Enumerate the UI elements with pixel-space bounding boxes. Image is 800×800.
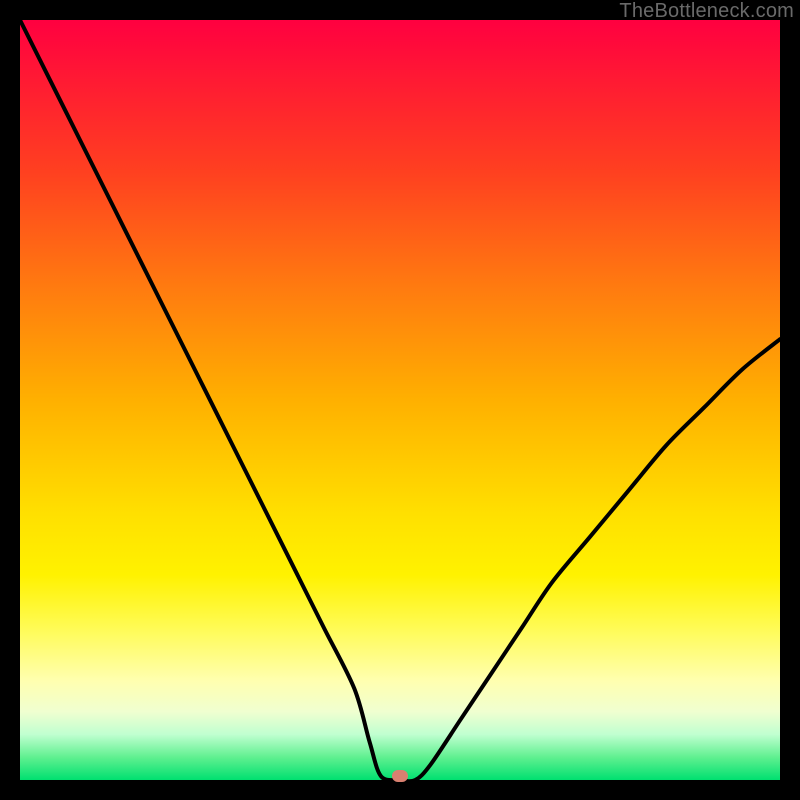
- optimal-point-marker: [392, 770, 408, 782]
- mismatch-curve: [20, 20, 780, 780]
- plot-area: [20, 20, 780, 780]
- chart-frame: TheBottleneck.com: [0, 0, 800, 800]
